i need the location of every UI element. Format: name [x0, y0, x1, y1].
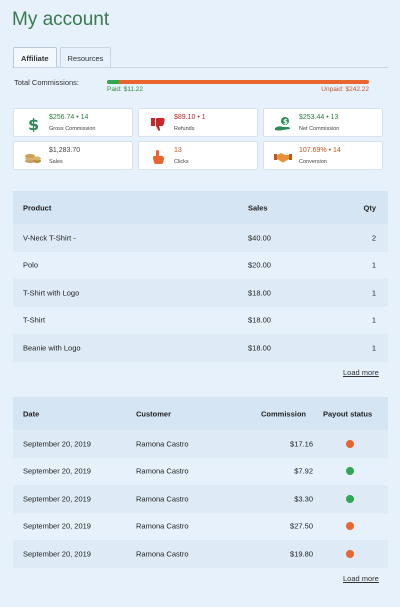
stat-card-net-commission: $ $253.44 • 13 Net Commission — [263, 108, 383, 137]
cell-qty: 1 — [371, 260, 376, 270]
payout-status-unpaid-dot — [346, 549, 354, 558]
cell-qty: 1 — [371, 315, 376, 325]
svg-text:$: $ — [283, 118, 288, 126]
hand-money-icon: $ — [274, 115, 292, 133]
stat-card-conversion: 107.69% • 14 Conversion — [263, 141, 383, 170]
commission-progress-paid — [107, 80, 119, 84]
cell-sales: $18.00 — [248, 315, 271, 325]
handshake-icon — [274, 148, 292, 166]
cell-product: T-Shirt with Logo — [23, 288, 80, 298]
table-row: V-Neck T-Shirt - $40.00 2 — [13, 224, 388, 252]
stat-value: $253.44 • 13 — [299, 114, 339, 121]
cell-customer: Ramona Castro — [136, 549, 189, 559]
column-header-sales: Sales — [248, 203, 268, 212]
payout-status-unpaid-dot — [346, 522, 354, 531]
column-header-customer: Customer — [136, 409, 172, 418]
cell-product: Polo — [23, 260, 39, 270]
cell-commission: $19.80 — [290, 549, 313, 559]
payout-status-unpaid-dot — [346, 439, 354, 448]
tabs-divider — [12, 67, 388, 68]
table-row: T-Shirt with Logo $18.00 1 — [13, 279, 388, 307]
cell-sales: $18.00 — [248, 343, 271, 353]
cell-sales: $18.00 — [248, 288, 271, 298]
payout-status-paid-dot — [346, 494, 354, 503]
cell-date: September 20, 2019 — [23, 439, 91, 449]
table-row: Polo $20.00 1 — [13, 252, 388, 280]
stat-label: Net Commission — [299, 126, 340, 132]
tab-bar: Affiliate Resources — [13, 47, 114, 68]
cell-product: V-Neck T-Shirt - — [23, 233, 76, 243]
products-table-header: Product Sales Qty — [13, 191, 388, 224]
cell-qty: 1 — [371, 343, 376, 353]
stat-value: 107.69% • 14 — [299, 147, 341, 154]
stat-value: $1,283.70 — [49, 147, 81, 154]
cell-commission: $27.50 — [290, 521, 313, 531]
cell-qty: 1 — [371, 288, 376, 298]
cell-commission: $17.16 — [290, 439, 313, 449]
cell-customer: Ramona Castro — [136, 466, 189, 476]
products-load-more-link[interactable]: Load more — [343, 368, 379, 377]
dollar-icon: $ — [24, 115, 42, 133]
stat-value: $89.10 • 1 — [174, 114, 206, 121]
coins-icon — [24, 148, 42, 166]
tab-resources[interactable]: Resources — [59, 47, 112, 68]
table-row: September 20, 2019 Ramona Castro $17.16 — [13, 430, 388, 458]
referrals-load-more-link[interactable]: Load more — [343, 574, 379, 583]
thumbs-down-icon — [149, 115, 167, 133]
stat-value: $256.74 • 14 — [49, 114, 89, 121]
stat-card-sales: $1,283.70 Sales — [13, 141, 133, 170]
stat-label: Gross Commission — [49, 126, 96, 132]
cell-customer: Ramona Castro — [136, 521, 189, 531]
referrals-table-body: September 20, 2019 Ramona Castro $17.16 Sep… — [13, 430, 388, 568]
cell-commission: $7.92 — [294, 466, 313, 476]
commission-progress-bar — [107, 80, 369, 84]
cell-qty: 2 — [371, 233, 376, 243]
svg-text:$: $ — [28, 116, 39, 132]
page-title: My account — [12, 9, 110, 30]
stat-value: 13 — [174, 147, 182, 154]
cell-date: September 20, 2019 — [23, 466, 91, 476]
products-table-body: V-Neck T-Shirt - $40.00 2 Polo $20.00 1 T-Shir… — [13, 224, 388, 362]
cell-date: September 20, 2019 — [23, 521, 91, 531]
cell-customer: Ramona Castro — [136, 494, 189, 504]
table-row: Beanie with Logo $18.00 1 — [13, 334, 388, 362]
column-header-product: Product — [23, 203, 52, 212]
pointer-hand-icon — [149, 148, 167, 166]
total-commissions-label: Total Commissions: — [14, 78, 80, 87]
table-row: T-Shirt $18.00 1 — [13, 307, 388, 335]
cell-commission: $3.30 — [294, 494, 313, 504]
cell-date: September 20, 2019 — [23, 549, 91, 559]
column-header-date: Date — [23, 409, 40, 418]
stat-label: Conversion — [299, 159, 327, 165]
cell-sales: $40.00 — [248, 233, 271, 243]
column-header-payout-status: Payout status — [323, 409, 373, 418]
cell-product: T-Shirt — [23, 315, 46, 325]
paid-amount: Paid: $11.22 — [107, 86, 144, 93]
stat-label: Sales — [49, 159, 63, 165]
cell-date: September 20, 2019 — [23, 494, 91, 504]
stat-card-refunds: $89.10 • 1 Refunds — [138, 108, 258, 137]
column-header-commission: Commission — [261, 409, 307, 418]
payout-status-paid-dot — [346, 467, 354, 476]
tab-affiliate[interactable]: Affiliate — [13, 47, 57, 68]
table-row: September 20, 2019 Ramona Castro $7.92 — [13, 458, 388, 486]
products-table: Product Sales Qty V-Neck T-Shirt - $40.00… — [13, 191, 388, 362]
stat-label: Refunds — [174, 126, 195, 132]
stats-cards: $ $256.74 • 14 Gross Commission $89.10 •… — [13, 108, 383, 170]
column-header-qty: Qty — [363, 203, 376, 212]
stat-label: Clicks — [174, 159, 189, 165]
unpaid-amount: Unpaid: $242.22 — [321, 86, 369, 93]
table-row: September 20, 2019 Ramona Castro $27.50 — [13, 513, 388, 541]
stat-card-clicks: 13 Clicks — [138, 141, 258, 170]
table-row: September 20, 2019 Ramona Castro $19.80 — [13, 540, 388, 568]
stat-card-gross-commission: $ $256.74 • 14 Gross Commission — [13, 108, 133, 137]
cell-customer: Ramona Castro — [136, 439, 189, 449]
cell-sales: $20.00 — [248, 260, 271, 270]
referrals-table-header: Date Customer Commission Payout status — [13, 397, 388, 430]
referrals-table: Date Customer Commission Payout status S… — [13, 397, 388, 568]
cell-product: Beanie with Logo — [23, 343, 81, 353]
table-row: September 20, 2019 Ramona Castro $3.30 — [13, 485, 388, 513]
